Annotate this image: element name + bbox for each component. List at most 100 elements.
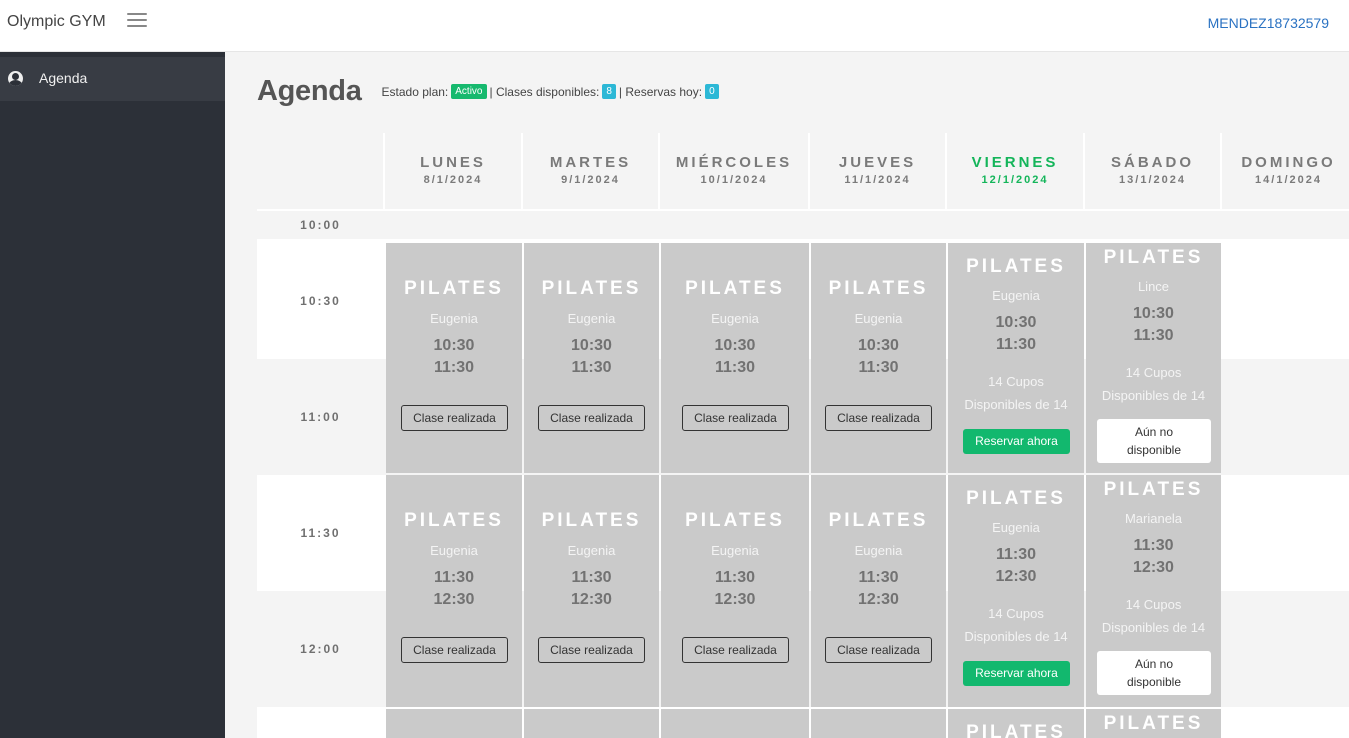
brand-logo[interactable]: Olympic GYM — [7, 13, 106, 31]
class-card-miercoles — [661, 709, 809, 738]
reservar-ahora-button[interactable]: Reservar ahora — [963, 429, 1070, 454]
clase-realizada-button[interactable]: Clase realizada — [401, 405, 508, 431]
class-title: PILATES — [404, 510, 504, 531]
day-date: 9/1/2024 — [561, 174, 620, 186]
class-end-time: 12:30 — [858, 591, 899, 608]
button-line: disponible — [1126, 675, 1182, 689]
class-start-time: 10:30 — [433, 337, 475, 354]
top-navbar: Olympic GYM MENDEZ18732579 — [0, 0, 1349, 52]
estado-label: Estado plan: — [381, 84, 449, 99]
class-end-time: 12:30 — [714, 591, 756, 608]
reservar-ahora-button[interactable]: Reservar ahora — [963, 661, 1070, 686]
cupos-disponibles: Disponibles de 14 — [964, 629, 1068, 644]
instructor-name: Eugenia — [567, 311, 616, 326]
main-content: Agenda Estado plan: Activo | Clases disp… — [225, 53, 1349, 738]
class-end-time: 11:30 — [858, 359, 899, 376]
class-title: PILATES — [966, 722, 1066, 738]
class-card-jueves — [811, 709, 946, 738]
sidebar-item-agenda[interactable]: Agenda — [0, 57, 225, 101]
day-date: 11/1/2024 — [844, 174, 911, 186]
clase-realizada-button[interactable]: Clase realizada — [825, 637, 932, 663]
day-date: 13/1/2024 — [1119, 174, 1186, 186]
clase-realizada-button[interactable]: Clase realizada — [682, 405, 789, 431]
button-line: Aún no — [1134, 657, 1174, 671]
instructor-name: Eugenia — [992, 288, 1040, 303]
class-title: PILATES — [966, 256, 1066, 277]
class-start-time: 10:30 — [714, 337, 756, 354]
class-start-time: 11:30 — [571, 569, 612, 586]
menu-toggle-icon[interactable] — [127, 13, 147, 29]
class-card-miercoles: PILATES Eugenia 10:30 11:30 Clase realizada — [661, 243, 809, 473]
class-start-time: 11:30 — [1133, 537, 1174, 554]
time-label: 11:30 — [300, 526, 341, 540]
class-card-miercoles: PILATES Eugenia 11:30 12:30 Clase realizada — [661, 475, 809, 707]
clase-realizada-button[interactable]: Clase realizada — [401, 637, 508, 663]
day-name: JUEVES — [838, 154, 917, 171]
class-start-time: 11:30 — [433, 569, 475, 586]
day-header-sabado: SÁBADO 13/1/2024 — [1085, 133, 1222, 209]
class-title: PILATES — [541, 510, 642, 531]
button-line: Aún no — [1134, 425, 1174, 439]
class-end-time: 11:30 — [433, 359, 475, 376]
day-date: 8/1/2024 — [423, 174, 483, 186]
day-name: DOMINGO — [1241, 154, 1336, 171]
time-label: 10:30 — [300, 294, 341, 308]
day-header-jueves: JUEVES 11/1/2024 — [810, 133, 947, 209]
class-card-jueves: PILATES Eugenia 11:30 12:30 Clase realizada — [811, 475, 946, 707]
class-start-time: 10:30 — [858, 337, 899, 354]
class-card-martes: PILATES Eugenia 11:30 12:30 Clase realizada — [524, 475, 659, 707]
cupos-count: 14 Cupos — [988, 606, 1044, 621]
clase-realizada-button[interactable]: Clase realizada — [538, 405, 645, 431]
time-label: 12:00 — [300, 642, 341, 656]
class-end-time: 11:30 — [571, 359, 612, 376]
class-title: PILATES — [1103, 247, 1204, 268]
clase-realizada-button[interactable]: Clase realizada — [538, 637, 645, 663]
clase-realizada-button[interactable]: Clase realizada — [682, 637, 789, 663]
instructor-name: Eugenia — [992, 520, 1040, 535]
instructor-name: Eugenia — [854, 311, 903, 326]
instructor-name: Eugenia — [567, 543, 616, 558]
day-date: 12/1/2024 — [981, 174, 1049, 186]
day-header-martes: MARTES 9/1/2024 — [523, 133, 660, 209]
day-name: MIÉRCOLES — [675, 154, 793, 171]
day-header-miercoles: MIÉRCOLES 10/1/2024 — [660, 133, 810, 209]
class-end-time: 11:30 — [995, 336, 1037, 353]
no-disponible-button: Aún no disponible — [1097, 419, 1211, 463]
instructor-name: Marianela — [1124, 511, 1183, 526]
class-start-time: 11:30 — [714, 569, 756, 586]
class-card-viernes: PILATES Eugenia 11:30 12:30 14 Cupos Disponib… — [948, 475, 1084, 707]
class-title: PILATES — [1103, 479, 1204, 500]
page-title: Agenda — [257, 75, 362, 107]
class-start-time: 11:30 — [995, 546, 1037, 563]
cupos-disponibles: Disponibles de 14 — [964, 397, 1068, 412]
user-menu[interactable]: MENDEZ18732579 — [1208, 15, 1329, 31]
class-end-time: 11:30 — [1133, 327, 1174, 344]
class-card-sabado: PILATES Marianela 11:30 12:30 14 Cupos Dispon… — [1086, 475, 1221, 707]
corner-cell — [257, 133, 385, 209]
button-line: disponible — [1126, 443, 1182, 457]
no-disponible-button: Aún no disponible — [1097, 651, 1211, 695]
class-title: PILATES — [828, 278, 929, 299]
cupos-count: 14 Cupos — [1125, 597, 1182, 612]
class-start-time: 11:30 — [858, 569, 899, 586]
class-card-viernes: PILATES Eugenia 10:30 11:30 14 Cupos Disponib… — [948, 243, 1084, 473]
estado-badge: Activo — [451, 84, 487, 99]
row-bg-10-00 — [257, 209, 1349, 241]
time-label: 11:00 — [300, 410, 341, 424]
instructor-name: Eugenia — [854, 543, 903, 558]
clase-realizada-button[interactable]: Clase realizada — [825, 405, 932, 431]
class-card-lunes: PILATES Eugenia 10:30 11:30 Clase realizada — [386, 243, 522, 473]
instructor-name: Lince — [1137, 279, 1170, 294]
class-title: PILATES — [828, 510, 929, 531]
class-card-jueves: PILATES Eugenia 10:30 11:30 Clase realizada — [811, 243, 946, 473]
day-date: 14/1/2024 — [1255, 174, 1322, 186]
day-header-lunes: LUNES 8/1/2024 — [385, 133, 523, 209]
class-card-martes — [524, 709, 659, 738]
class-start-time: 10:30 — [571, 337, 612, 354]
class-card-sabado: PILATES — [1086, 709, 1221, 738]
instructor-name: Eugenia — [430, 543, 478, 558]
class-card-lunes — [386, 709, 522, 738]
day-name: MARTES — [549, 154, 632, 171]
user-circle-icon — [8, 71, 23, 86]
instructor-name: Eugenia — [430, 311, 478, 326]
